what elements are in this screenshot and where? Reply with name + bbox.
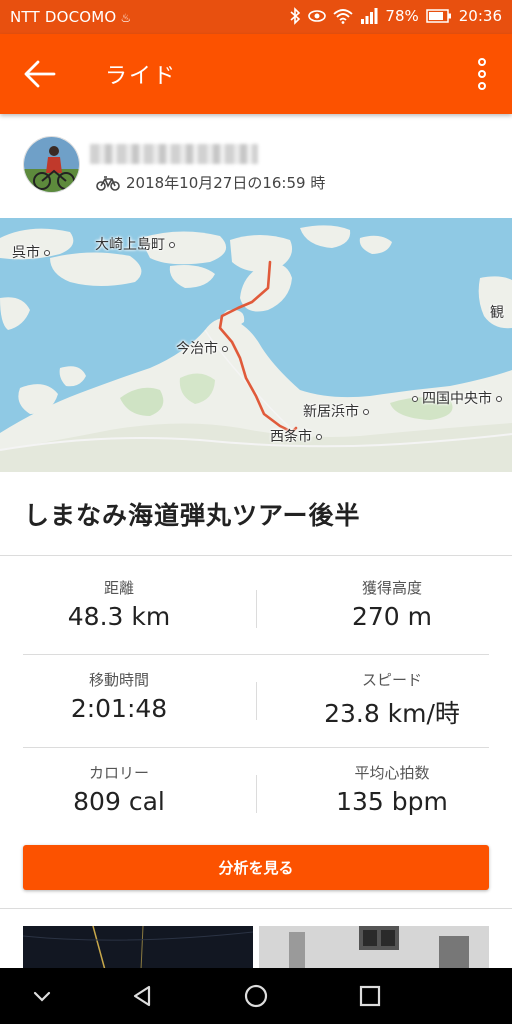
- map-label-text: 西条市: [270, 429, 312, 445]
- clock: 20:36: [458, 7, 502, 25]
- city-marker-icon: [363, 409, 369, 415]
- divider: [0, 555, 512, 556]
- chevron-down-icon[interactable]: [28, 982, 56, 1010]
- city-marker-icon: [44, 250, 50, 256]
- avatar[interactable]: [23, 136, 80, 193]
- analyze-button[interactable]: 分析を見る: [23, 845, 489, 890]
- battery-percent: 78%: [385, 7, 419, 25]
- bicycle-icon: [96, 175, 120, 191]
- map-label-text: 四国中央市: [422, 391, 492, 407]
- stat-value: 270 m: [351, 602, 433, 631]
- stat-speed: スピード 23.8 km/時: [282, 669, 502, 730]
- ride-date: 2018年10月27日の16:59 時: [96, 172, 325, 193]
- map-label-text: 新居浜市: [303, 404, 359, 420]
- stat-distance: 距離 48.3 km: [9, 577, 229, 631]
- flame-icon: ♨: [120, 11, 132, 25]
- photo-building-image: [259, 926, 489, 970]
- athlete-header: 2018年10月27日の16:59 時: [0, 114, 512, 218]
- city-marker-icon: [412, 396, 418, 402]
- stat-divider: [256, 775, 257, 813]
- home-circle-icon[interactable]: [242, 982, 270, 1010]
- stat-heart-rate: 平均心拍数 135 bpm: [282, 762, 502, 816]
- stat-moving-time: 移動時間 2:01:48: [9, 669, 229, 723]
- divider: [0, 908, 512, 909]
- map-label-text: 大崎上島町: [95, 237, 165, 253]
- map-label-imabari: 今治市: [176, 338, 232, 358]
- map-label-niihama: 新居浜市: [303, 401, 373, 421]
- page-title: ライド: [105, 64, 178, 89]
- stat-label: 移動時間: [88, 671, 149, 689]
- back-triangle-icon[interactable]: [128, 982, 156, 1010]
- city-marker-icon: [496, 396, 502, 402]
- bluetooth-icon: [290, 7, 301, 25]
- battery-icon: [426, 9, 451, 23]
- stat-label: 距離: [103, 579, 134, 597]
- stat-label: 獲得高度: [361, 579, 422, 597]
- map-label-saijo: 西条市: [270, 426, 326, 446]
- city-marker-icon: [222, 346, 228, 352]
- stat-value: 135 bpm: [336, 787, 448, 816]
- stat-divider: [256, 682, 257, 720]
- signal-icon: [361, 8, 378, 24]
- more-options-icon[interactable]: [470, 56, 494, 92]
- ride-datetime-text: 2018年10月27日の16:59 時: [126, 174, 326, 192]
- stat-calories: カロリー 809 cal: [9, 762, 229, 816]
- stat-value: 23.8 km/時: [324, 699, 460, 728]
- city-marker-icon: [169, 242, 175, 248]
- stat-value: 48.3 km: [67, 602, 171, 631]
- stat-value: 809 cal: [73, 787, 165, 816]
- activity-photo[interactable]: [23, 926, 253, 970]
- activity-photo[interactable]: [259, 926, 489, 970]
- map-label-shikokuchuo: 四国中央市: [408, 388, 506, 408]
- back-arrow-icon[interactable]: [22, 58, 58, 90]
- stat-elevation: 獲得高度 270 m: [282, 577, 502, 631]
- map-label-text: 今治市: [176, 341, 218, 357]
- status-bar: NTT DOCOMO ♨ 78% 20:36: [0, 0, 512, 34]
- carrier-name: NTT DOCOMO ♨: [10, 8, 131, 26]
- photo-night-image: [23, 926, 253, 970]
- divider: [23, 747, 489, 748]
- map-label-kure: 呉市: [12, 242, 54, 262]
- map-label-osakikamijima: 大崎上島町: [95, 234, 179, 254]
- stat-label: 平均心拍数: [354, 764, 430, 782]
- activity-title: しまなみ海道弾丸ツアー後半: [24, 501, 361, 530]
- status-icons: 78% 20:36: [289, 7, 502, 25]
- recents-square-icon[interactable]: [356, 982, 384, 1010]
- athlete-name-redacted[interactable]: [90, 144, 258, 164]
- route-map[interactable]: 呉市 大崎上島町 観 今治市 新居浜市 四国中央市 西条市: [0, 218, 512, 472]
- map-label-text: 呉市: [12, 245, 40, 261]
- stat-divider: [256, 590, 257, 628]
- system-nav-bar: [0, 968, 512, 1024]
- eye-icon: [308, 10, 327, 22]
- city-marker-icon: [316, 434, 322, 440]
- map-label-partial: 観: [490, 302, 504, 322]
- carrier-label: NTT DOCOMO: [10, 8, 117, 26]
- stat-label: カロリー: [88, 764, 149, 782]
- wifi-icon: [333, 9, 354, 24]
- map-canvas: [0, 218, 512, 472]
- stat-value: 2:01:48: [70, 694, 168, 723]
- app-bar: ライド: [0, 34, 512, 114]
- stat-label: スピード: [361, 671, 422, 689]
- divider: [23, 654, 489, 655]
- map-label-text: 観: [490, 305, 504, 321]
